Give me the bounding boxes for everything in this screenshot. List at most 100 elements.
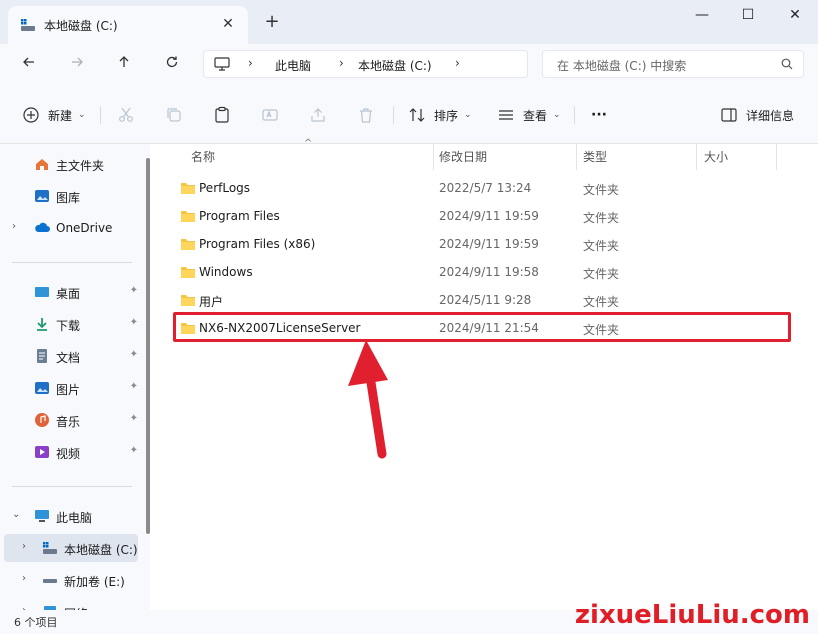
monitor-icon <box>214 57 230 71</box>
column-header-name[interactable]: 名称 <box>191 148 215 172</box>
chevron-down-icon: ⌄ <box>553 110 561 120</box>
sidebar-item-drive-c[interactable]: › 本地磁盘 (C:) <box>4 534 138 562</box>
chevron-right-icon[interactable]: › <box>22 573 26 584</box>
sidebar-item-network[interactable]: › 网络 <box>0 598 142 610</box>
sidebar-scrollbar[interactable] <box>146 158 150 534</box>
details-pane-label: 详细信息 <box>746 108 795 123</box>
column-divider[interactable] <box>696 144 697 170</box>
chevron-down-icon[interactable]: ⌄ <box>12 509 20 520</box>
sidebar-item-documents[interactable]: 文档 ✦ <box>0 342 142 370</box>
paste-button[interactable] <box>213 103 231 127</box>
sidebar-item-desktop[interactable]: 桌面 ✦ <box>0 278 142 306</box>
folder-icon <box>181 183 195 194</box>
table-row[interactable]: 用户 2024/5/11 9:28 文件夹 <box>172 287 792 313</box>
file-list: 名称 ^ 修改日期 类型 大小 PerfLogs 2022/5/7 13:24 … <box>158 138 818 610</box>
chevron-right-icon: › <box>455 56 460 70</box>
pin-icon[interactable]: ✦ <box>130 317 138 328</box>
address-bar: › 此电脑 › 本地磁盘 (C:) › 在 本地磁盘 (C:) 中搜索 <box>0 44 818 84</box>
tab-title: 本地磁盘 (C:) <box>44 19 118 33</box>
music-icon <box>35 413 49 427</box>
chevron-right-icon[interactable]: › <box>22 541 26 552</box>
refresh-button[interactable] <box>159 52 185 76</box>
sidebar-item-downloads[interactable]: 下载 ✦ <box>0 310 142 338</box>
maximize-button[interactable]: ☐ <box>725 0 771 32</box>
more-options-button[interactable]: ··· <box>591 103 607 127</box>
sidebar-item-label: 视频 <box>56 447 81 461</box>
document-icon <box>37 349 47 363</box>
chevron-right-icon[interactable]: › <box>12 221 16 232</box>
sidebar-item-label: 主文件夹 <box>56 159 105 173</box>
column-header-date[interactable]: 修改日期 <box>439 148 487 172</box>
table-row[interactable]: PerfLogs 2022/5/7 13:24 文件夹 <box>172 175 792 201</box>
pin-icon[interactable]: ✦ <box>130 349 138 360</box>
pictures-icon <box>35 382 49 394</box>
sidebar-divider <box>12 262 132 263</box>
view-button[interactable]: 查看 ⌄ <box>497 103 561 127</box>
details-pane-icon <box>721 108 737 122</box>
view-button-label: 查看 <box>523 108 548 123</box>
title-bar: 本地磁盘 (C:) ✕ + — ☐ ✕ <box>0 0 818 44</box>
details-pane-button[interactable]: 详细信息 <box>720 103 794 127</box>
pin-icon[interactable]: ✦ <box>130 445 138 456</box>
pin-icon[interactable]: ✦ <box>130 381 138 392</box>
sidebar-item-label: 下载 <box>56 319 81 333</box>
file-type: 文件夹 <box>583 183 620 197</box>
sidebar-item-label: 此电脑 <box>56 511 93 525</box>
breadcrumb-item-pc[interactable]: 此电脑 <box>275 57 311 74</box>
sort-button[interactable]: 排序 ⌄ <box>408 103 472 127</box>
new-button[interactable]: 新建 ⌄ <box>22 103 86 127</box>
search-icon <box>781 58 793 70</box>
arrow-up-icon <box>119 56 129 67</box>
minimize-button[interactable]: — <box>679 0 725 32</box>
column-divider[interactable] <box>433 144 434 170</box>
file-type: 文件夹 <box>583 267 620 281</box>
column-header-type[interactable]: 类型 <box>583 148 607 172</box>
new-button-label: 新建 <box>48 108 73 123</box>
sort-ascending-icon: ^ <box>304 138 313 149</box>
divider <box>100 106 101 124</box>
home-icon <box>36 159 48 170</box>
sidebar-item-videos[interactable]: 视频 ✦ <box>0 438 142 466</box>
sidebar-item-gallery[interactable]: 图库 <box>0 182 142 210</box>
forward-button[interactable] <box>64 52 90 76</box>
sidebar-item-music[interactable]: 音乐 ✦ <box>0 406 142 434</box>
chevron-right-icon: › <box>339 56 344 70</box>
sidebar-item-label: 桌面 <box>56 287 81 301</box>
close-tab-icon[interactable]: ✕ <box>218 14 238 34</box>
view-list-icon <box>499 110 513 120</box>
breadcrumb-item-drive[interactable]: 本地磁盘 (C:) <box>358 57 432 74</box>
folder-icon <box>181 295 195 306</box>
sidebar-item-label: 图片 <box>56 383 81 397</box>
table-row[interactable]: Windows 2024/9/11 19:58 文件夹 <box>172 259 792 285</box>
delete-button[interactable] <box>357 103 375 127</box>
column-divider[interactable] <box>576 144 577 170</box>
tab-local-disk[interactable]: 本地磁盘 (C:) ✕ <box>8 6 248 44</box>
sidebar-item-label: OneDrive <box>56 221 113 235</box>
table-row[interactable]: Program Files (x86) 2024/9/11 19:59 文件夹 <box>172 231 792 257</box>
sidebar-item-this-pc[interactable]: ⌄ 此电脑 <box>0 502 142 530</box>
back-button[interactable] <box>16 52 42 76</box>
divider <box>574 106 575 124</box>
sidebar-item-drive-e[interactable]: › 新加卷 (E:) <box>0 566 142 594</box>
search-input[interactable]: 在 本地磁盘 (C:) 中搜索 <box>542 50 804 78</box>
sort-icon <box>409 108 425 122</box>
pin-icon[interactable]: ✦ <box>130 413 138 424</box>
pin-icon[interactable]: ✦ <box>130 285 138 296</box>
sidebar-item-home[interactable]: 主文件夹 <box>0 150 142 178</box>
close-window-button[interactable]: ✕ <box>772 0 818 32</box>
column-divider[interactable] <box>776 144 777 170</box>
up-button[interactable] <box>111 52 137 76</box>
cut-button[interactable] <box>117 103 135 127</box>
file-type: 文件夹 <box>583 239 620 253</box>
sidebar-item-onedrive[interactable]: › OneDrive <box>0 214 142 242</box>
share-button[interactable] <box>309 103 327 127</box>
column-header-size[interactable]: 大小 <box>704 148 728 172</box>
rename-button[interactable] <box>261 103 279 127</box>
new-tab-button[interactable]: + <box>262 12 282 32</box>
breadcrumb[interactable]: › 此电脑 › 本地磁盘 (C:) › <box>203 50 528 78</box>
table-row[interactable]: Program Files 2024/9/11 19:59 文件夹 <box>172 203 792 229</box>
annotation-arrow-icon <box>348 340 388 459</box>
video-icon <box>35 446 49 458</box>
sidebar-item-pictures[interactable]: 图片 ✦ <box>0 374 142 402</box>
copy-button[interactable] <box>165 103 183 127</box>
